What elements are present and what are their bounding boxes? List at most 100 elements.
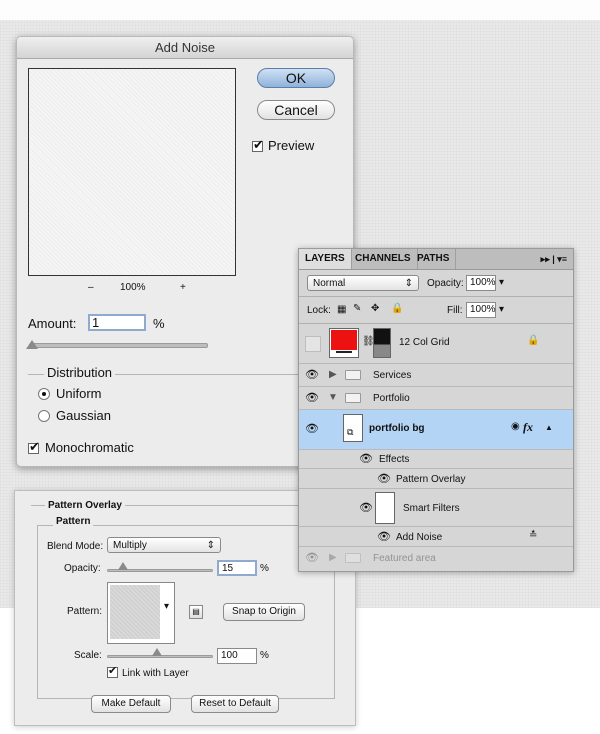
smart-filter-mask-thumbnail xyxy=(375,492,395,524)
effects-row[interactable]: 👁 Effects xyxy=(299,450,573,469)
blend-row: Normal ⇕ Opacity: 100% ▾ xyxy=(299,270,573,297)
monochromatic-label: Monochromatic xyxy=(45,440,134,455)
new-preset-icon[interactable]: ▤ xyxy=(189,605,203,619)
expand-triangle-icon[interactable]: ▶ xyxy=(329,369,337,380)
amount-label: Amount: xyxy=(28,316,77,331)
pattern-picker[interactable]: ▾ xyxy=(107,582,175,644)
opacity-input[interactable]: 15 xyxy=(217,560,257,576)
preview-area[interactable] xyxy=(28,68,236,276)
gaussian-label: Gaussian xyxy=(56,408,111,423)
make-default-button[interactable]: Make Default xyxy=(91,695,171,713)
reset-to-default-button[interactable]: Reset to Default xyxy=(191,695,279,713)
lock-transparency-icon[interactable]: ▦ xyxy=(337,304,346,315)
layer-name: Services xyxy=(373,370,412,381)
ok-button[interactable]: OK xyxy=(257,68,335,88)
opacity-unit: % xyxy=(260,563,269,574)
dialog-title: Add Noise xyxy=(17,37,353,59)
amount-unit: % xyxy=(153,316,165,331)
eye-icon[interactable]: 👁 xyxy=(303,551,321,564)
updown-arrow-icon: ⇕ xyxy=(206,540,215,551)
grid-thumbnail-fill xyxy=(331,330,357,350)
uniform-radio[interactable] xyxy=(38,388,50,400)
scale-input[interactable]: 100 xyxy=(217,648,257,664)
uniform-label: Uniform xyxy=(56,386,102,401)
snap-to-origin-button[interactable]: Snap to Origin xyxy=(223,603,305,621)
layer-row-portfolio[interactable]: 👁 ▼ Portfolio xyxy=(299,387,573,410)
lock-paint-icon[interactable]: ✎ xyxy=(353,303,361,314)
checkmark-icon: ✔ xyxy=(29,439,40,454)
layer-row-services[interactable]: 👁 ▶ Services xyxy=(299,364,573,387)
lock-move-icon[interactable]: ✥ xyxy=(371,303,379,314)
panel-menu-icon[interactable]: ▸▸ | ▾≡ xyxy=(541,249,567,269)
layer-row-featured-area[interactable]: 👁 ▶ Featured area xyxy=(299,547,573,571)
pattern-label: Pattern: xyxy=(67,606,103,617)
visibility-toggle-off[interactable] xyxy=(305,336,321,352)
distribution-group xyxy=(28,374,344,433)
preview-checkbox[interactable]: ✔ xyxy=(252,138,264,152)
tab-paths[interactable]: PATHS xyxy=(411,249,457,269)
filter-blending-options-icon[interactable]: ≛ xyxy=(529,530,537,541)
smart-object-thumbnail: ⧉ xyxy=(343,414,363,442)
eye-icon[interactable]: 👁 xyxy=(375,472,393,485)
blend-mode-value: Multiply xyxy=(113,540,147,551)
layer-row-portfolio-bg[interactable]: 👁 ⧉ portfolio bg ◉ fx ▲ xyxy=(299,410,573,450)
eye-icon[interactable]: 👁 xyxy=(303,391,321,404)
eye-icon[interactable]: 👁 xyxy=(357,501,375,514)
effect-name: Pattern Overlay xyxy=(396,474,466,485)
tab-channels[interactable]: CHANNELS xyxy=(349,249,418,269)
zoom-out-button[interactable]: – xyxy=(88,282,94,293)
lock-all-icon[interactable]: 🔒 xyxy=(391,303,403,314)
amount-input[interactable]: 1 xyxy=(88,314,146,331)
cancel-button[interactable]: Cancel xyxy=(257,100,335,120)
pattern-swatch xyxy=(110,585,160,639)
smart-filter-icon: ◉ xyxy=(511,421,520,432)
lock-row: Lock: ▦ ✎ ✥ 🔒 Fill: 100% ▾ xyxy=(299,297,573,324)
dropdown-arrow-icon[interactable]: ▾ xyxy=(499,277,504,288)
layer-blend-select[interactable]: Normal ⇕ xyxy=(307,275,419,291)
tab-layers[interactable]: LAYERS xyxy=(299,249,352,269)
dropdown-arrow-icon[interactable]: ▾ xyxy=(499,304,504,315)
layer-name: portfolio bg xyxy=(369,423,425,434)
scale-label: Scale: xyxy=(74,650,102,661)
amount-slider-thumb[interactable] xyxy=(25,340,38,349)
effects-label: Effects xyxy=(379,454,410,465)
zoom-in-button[interactable]: + xyxy=(180,282,186,293)
checkmark-icon: ✔ xyxy=(108,665,118,677)
eye-icon[interactable]: 👁 xyxy=(303,422,321,435)
scale-slider-thumb[interactable] xyxy=(152,648,162,656)
link-with-layer-label: Link with Layer xyxy=(122,668,189,679)
layer-opacity-label: Opacity: xyxy=(427,278,464,289)
monochromatic-checkbox[interactable]: ✔ xyxy=(28,439,40,454)
link-with-layer-checkbox[interactable]: ✔ xyxy=(107,665,118,678)
collapse-triangle-icon[interactable]: ▼ xyxy=(328,392,338,403)
scale-unit: % xyxy=(260,650,269,661)
layer-row-12-col-grid[interactable]: ⛓ 12 Col Grid 🔒 xyxy=(299,324,573,364)
layer-opacity-input[interactable]: 100% xyxy=(466,275,496,291)
zoom-level: 100% xyxy=(120,282,146,293)
distribution-legend: Distribution xyxy=(44,365,116,380)
expand-triangle-icon[interactable]: ▶ xyxy=(329,552,337,563)
grid-thumbnail-line xyxy=(336,351,352,353)
updown-arrow-icon: ⇕ xyxy=(404,278,413,289)
layer-name: Portfolio xyxy=(373,393,410,404)
eye-icon[interactable]: 👁 xyxy=(357,452,375,465)
eye-icon[interactable]: 👁 xyxy=(303,368,321,381)
fill-input[interactable]: 100% xyxy=(466,302,496,318)
folder-icon xyxy=(345,370,361,380)
fx-icon[interactable]: fx xyxy=(523,420,533,435)
opacity-slider-thumb[interactable] xyxy=(117,562,128,570)
lock-label: Lock: xyxy=(307,305,331,316)
fill-label: Fill: xyxy=(447,305,463,316)
filter-row-add-noise[interactable]: 👁 Add Noise ≛ xyxy=(299,527,573,547)
blend-mode-label: Blend Mode: xyxy=(47,541,104,552)
blend-mode-select[interactable]: Multiply ⇕ xyxy=(107,537,221,553)
smart-filters-row[interactable]: 👁 Smart Filters xyxy=(299,489,573,527)
effect-row-pattern-overlay[interactable]: 👁 Pattern Overlay xyxy=(299,469,573,489)
folder-icon xyxy=(345,393,361,403)
eye-icon[interactable]: 👁 xyxy=(375,530,393,543)
opacity-label: Opacity: xyxy=(64,563,101,574)
amount-slider-track[interactable] xyxy=(30,343,208,348)
gaussian-radio[interactable] xyxy=(38,410,50,422)
filter-name: Add Noise xyxy=(396,532,443,543)
collapse-effects-icon[interactable]: ▲ xyxy=(545,423,553,432)
